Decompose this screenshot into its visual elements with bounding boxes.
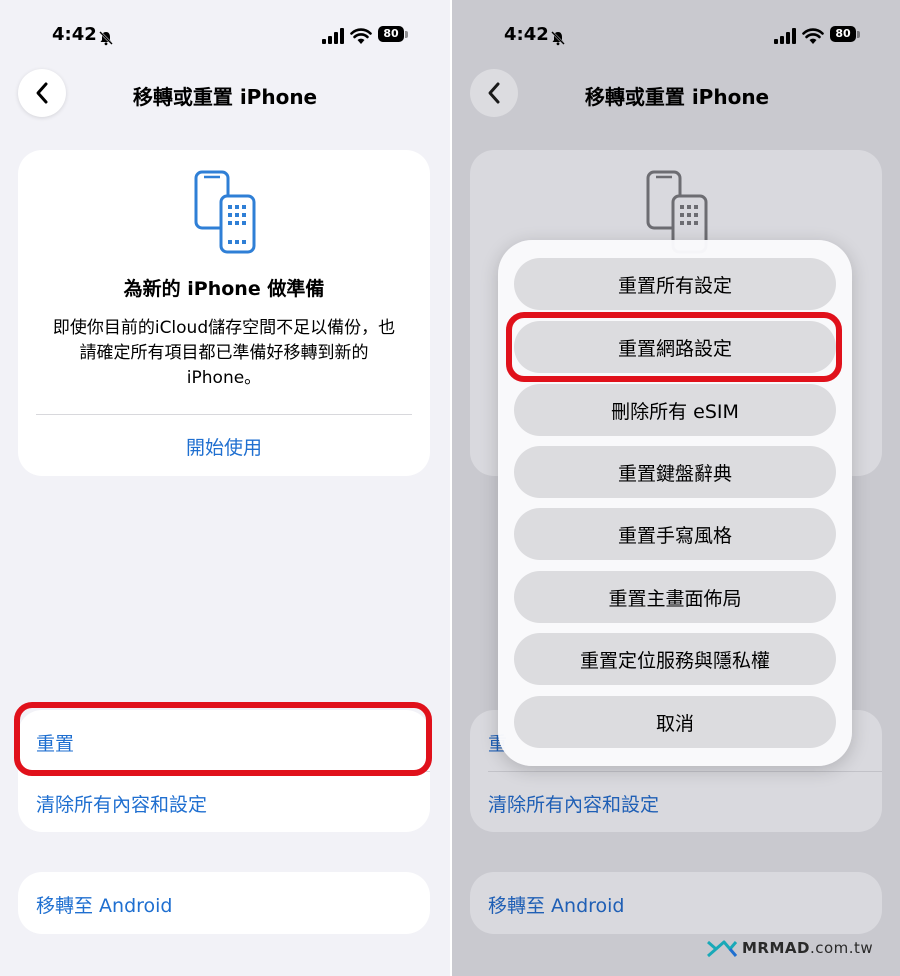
- right-screen: 4:42 80 移轉或重置 iPhone 重 清除所有內容和設定 移轉至 And…: [452, 0, 900, 976]
- status-bar: 4:42 80: [452, 24, 900, 50]
- wifi-icon: [802, 28, 824, 44]
- reset-handwriting-button[interactable]: 重置手寫風格: [514, 508, 836, 560]
- prepare-title: 為新的 iPhone 做準備: [123, 278, 325, 300]
- erase-all-row[interactable]: 清除所有內容和設定: [36, 790, 207, 817]
- back-chevron-icon: [36, 82, 48, 104]
- signal-icon: [774, 28, 796, 44]
- signal-icon: [322, 28, 344, 44]
- page-title: 移轉或重置 iPhone: [584, 85, 770, 109]
- divider: [488, 771, 882, 772]
- bell-slash-icon: [99, 31, 113, 46]
- status-time: 4:42: [52, 24, 97, 45]
- android-card: 移轉至 Android: [18, 872, 430, 934]
- status-time: 4:42: [504, 24, 549, 45]
- android-card-dimmed: 移轉至 Android: [470, 872, 882, 934]
- get-started-link[interactable]: 開始使用: [18, 433, 430, 460]
- reset-highlight-box: [14, 702, 432, 776]
- status-bar: 4:42 80: [0, 24, 450, 50]
- battery-icon: 80: [830, 26, 862, 44]
- cancel-button[interactable]: 取消: [514, 696, 836, 748]
- reset-keyboard-dictionary-button[interactable]: 重置鍵盤辭典: [514, 446, 836, 498]
- battery-level: 80: [830, 26, 856, 42]
- watermark-brand: MRMAD.com.tw: [742, 939, 874, 957]
- left-screen: 4:42 80 移轉或重置 iPhone 為新的 iPhone 做準備 即使你目…: [0, 0, 450, 976]
- page-title: 移轉或重置 iPhone: [132, 85, 318, 109]
- move-to-android-row[interactable]: 移轉至 Android: [36, 891, 173, 918]
- reset-home-screen-layout-button[interactable]: 重置主畫面佈局: [514, 571, 836, 623]
- back-chevron-icon: [488, 82, 500, 104]
- battery-icon: 80: [378, 26, 410, 44]
- prepare-description: 即使你目前的iCloud儲存空間不足以備份，也請確定所有項目都已準備好移轉到新的…: [52, 318, 396, 388]
- bell-slash-icon: [551, 31, 565, 46]
- prepare-card: 為新的 iPhone 做準備 即使你目前的iCloud儲存空間不足以備份，也請確…: [18, 150, 430, 476]
- reset-all-settings-button[interactable]: 重置所有設定: [514, 258, 836, 310]
- battery-level: 80: [378, 26, 404, 42]
- back-button[interactable]: [18, 69, 66, 117]
- reset-location-privacy-button[interactable]: 重置定位服務與隱私權: [514, 633, 836, 685]
- wifi-icon: [350, 28, 372, 44]
- phone-transfer-icon: [194, 170, 256, 254]
- erase-all-row[interactable]: 清除所有內容和設定: [488, 790, 659, 817]
- divider: [36, 414, 412, 415]
- back-button[interactable]: [470, 69, 518, 117]
- mrmad-logo-icon: [707, 940, 738, 958]
- mrmad-watermark: MRMAD.com.tw: [706, 937, 873, 961]
- move-to-android-row[interactable]: 移轉至 Android: [488, 891, 625, 918]
- delete-all-esim-button[interactable]: 刪除所有 eSIM: [514, 384, 836, 436]
- network-reset-highlight-box: [506, 312, 842, 382]
